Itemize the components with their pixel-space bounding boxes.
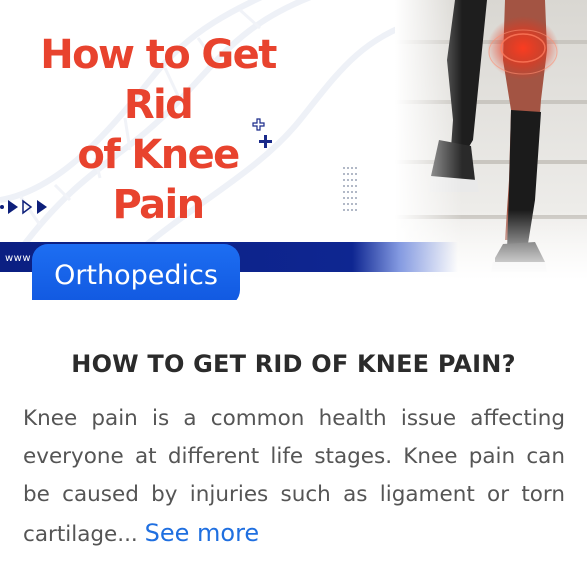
knee-pain-photo [395, 0, 587, 280]
article-title[interactable]: HOW TO GET RID OF KNEE PAIN? [0, 350, 587, 378]
www-label: www [5, 253, 32, 264]
article-excerpt-text: Knee pain is a common health issue affec… [23, 406, 565, 547]
plus-icon [252, 118, 272, 148]
banner-headline-line-1: How to Get Rid [40, 32, 277, 128]
dot-grid-icon [343, 167, 357, 211]
article-excerpt: Knee pain is a common health issue affec… [23, 400, 565, 554]
banner-headline: How to Get Rid of Knee Pain [28, 30, 288, 230]
banner-headline-line-2: of Knee Pain [77, 132, 240, 228]
article-banner-image[interactable]: How to Get Rid of Knee Pain www Orthoped… [0, 0, 587, 300]
arrow-right-icon [0, 199, 47, 215]
see-more-link[interactable]: See more [145, 519, 260, 547]
category-badge[interactable]: Orthopedics [32, 244, 240, 300]
